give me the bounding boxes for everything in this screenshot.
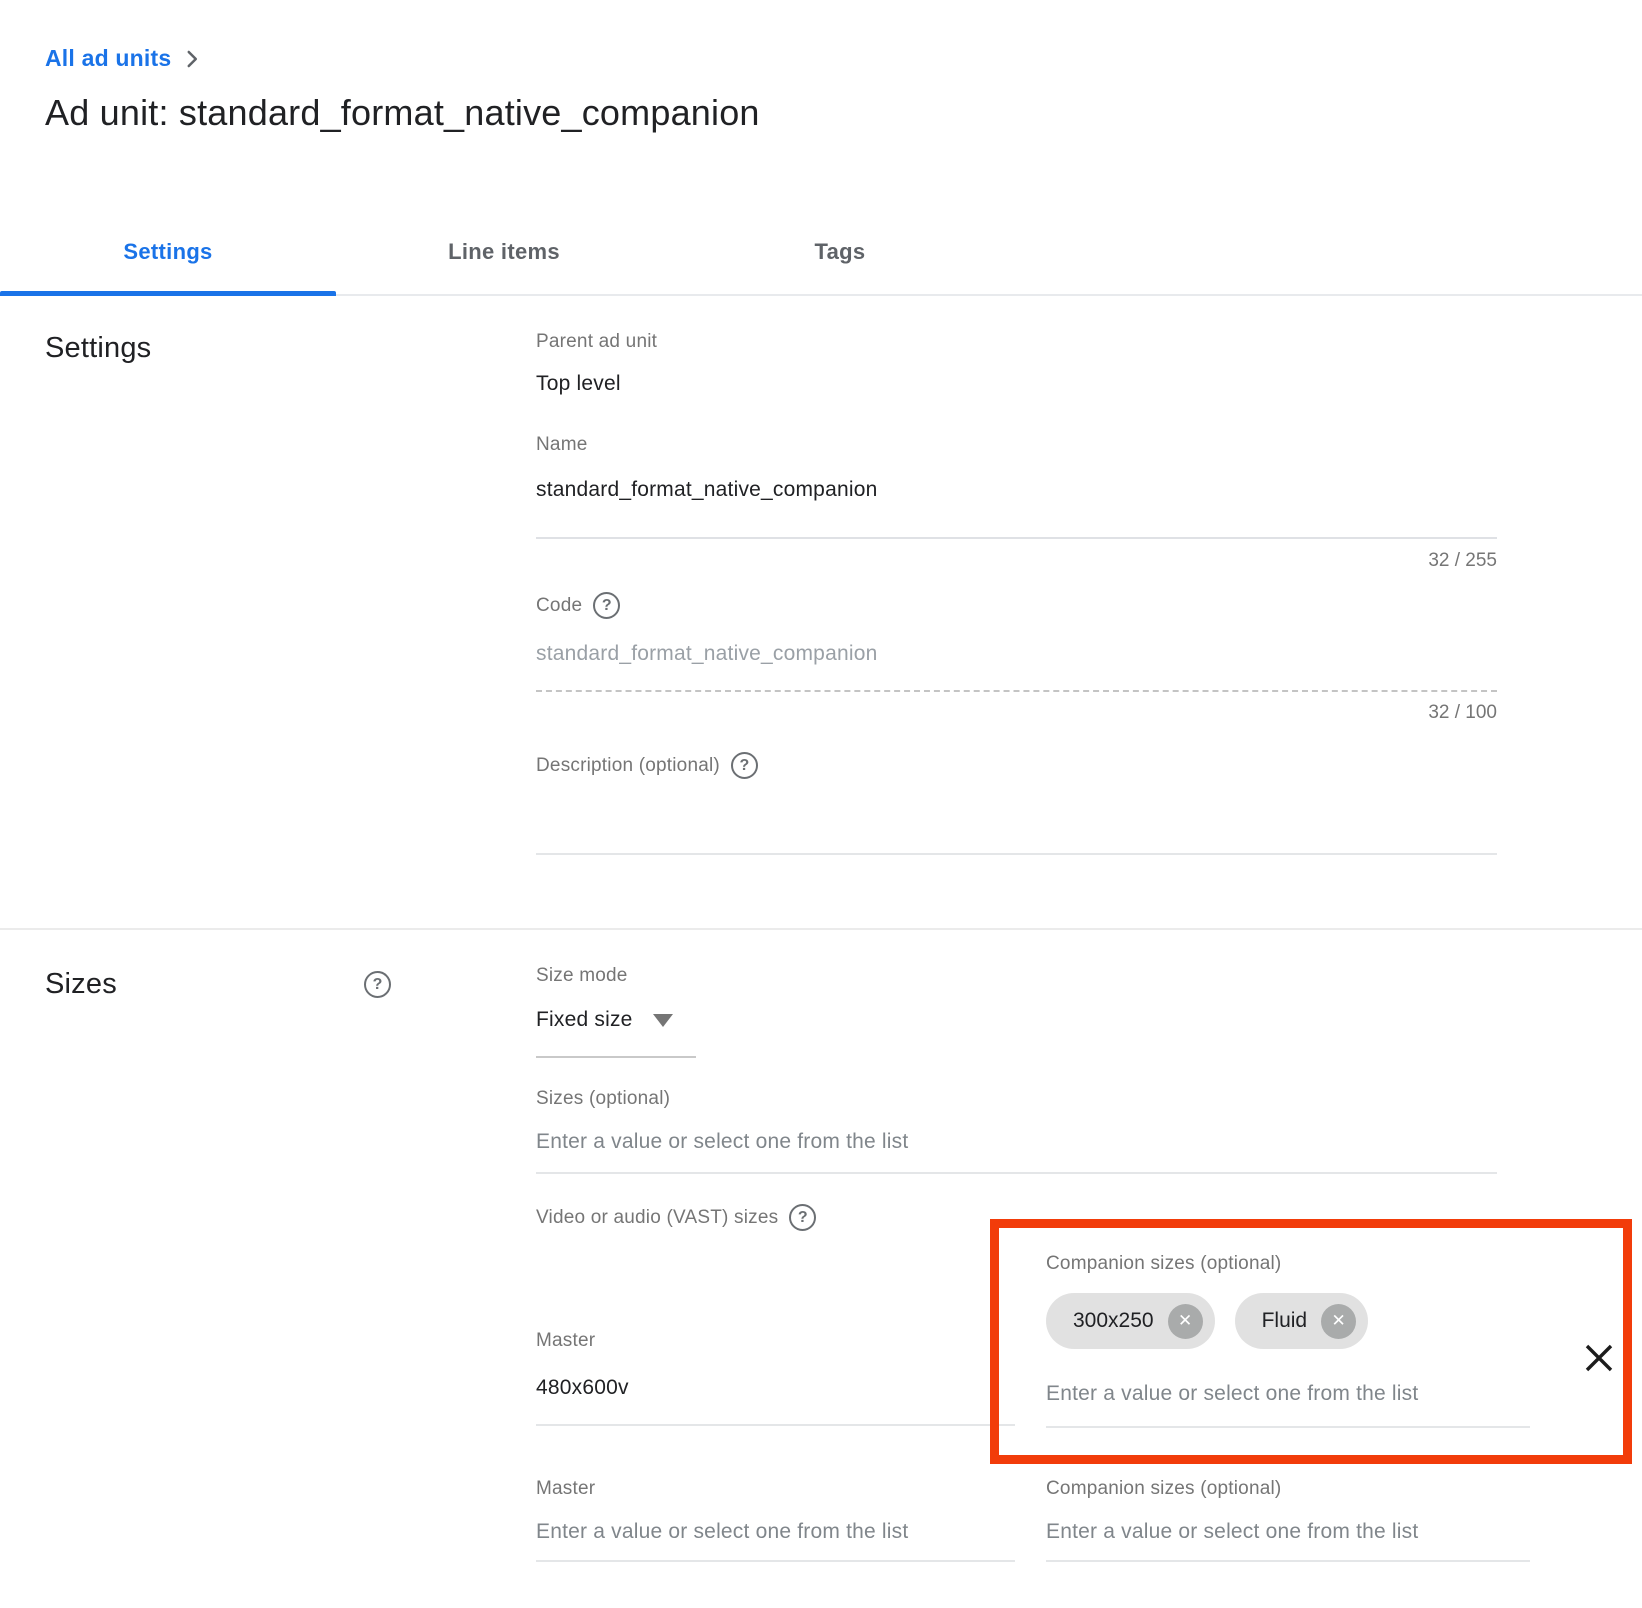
companion-2-underline: [1046, 1560, 1530, 1562]
master-2-label: Master: [536, 1478, 595, 1500]
name-field-input[interactable]: standard_format_native_companion: [536, 478, 877, 502]
sizes-optional-label: Sizes (optional): [536, 1088, 670, 1110]
sizes-section-heading: Sizes: [45, 968, 117, 1001]
code-help-icon[interactable]: ?: [593, 592, 620, 619]
code-field-label-row: Code ?: [536, 592, 620, 619]
code-field-underline: [536, 690, 1497, 692]
parent-ad-unit-label: Parent ad unit: [536, 331, 657, 353]
breadcrumb: All ad units: [45, 44, 205, 72]
companion-size-chip: 300x250 ✕: [1046, 1293, 1215, 1349]
remove-vast-row-button[interactable]: [1579, 1338, 1619, 1378]
name-field-underline: [536, 537, 1497, 539]
vast-help-icon[interactable]: ?: [789, 1204, 816, 1231]
size-mode-label: Size mode: [536, 965, 628, 987]
ad-unit-settings-page: All ad units Ad unit: standard_format_na…: [0, 0, 1642, 1608]
code-field-label: Code: [536, 595, 582, 617]
size-mode-underline: [536, 1056, 696, 1058]
master-1-underline: [536, 1424, 1015, 1426]
companion-1-chips: 300x250 ✕ Fluid ✕: [1046, 1293, 1368, 1349]
size-mode-select[interactable]: Fixed size: [536, 1008, 673, 1032]
sizes-optional-input[interactable]: Enter a value or select one from the lis…: [536, 1130, 908, 1154]
name-char-counter: 32 / 255: [536, 550, 1497, 572]
description-field-label-row: Description (optional) ?: [536, 752, 758, 779]
breadcrumb-all-ad-units-link[interactable]: All ad units: [45, 45, 171, 72]
code-char-counter: 32 / 100: [536, 702, 1497, 724]
parent-ad-unit-value: Top level: [536, 372, 621, 396]
master-2-underline: [536, 1560, 1015, 1562]
sizes-optional-underline: [536, 1172, 1497, 1174]
description-field-input[interactable]: [536, 853, 1497, 855]
companion-1-underline: [1046, 1426, 1530, 1428]
settings-section-heading: Settings: [45, 332, 151, 365]
chip-label: Fluid: [1262, 1309, 1308, 1333]
section-divider: [0, 928, 1642, 930]
companion-1-input[interactable]: Enter a value or select one from the lis…: [1046, 1382, 1418, 1406]
vast-sizes-label-row: Video or audio (VAST) sizes ?: [536, 1204, 816, 1231]
tab-settings[interactable]: Settings: [0, 210, 336, 294]
master-1-label: Master: [536, 1330, 595, 1352]
master-1-input[interactable]: 480x600v: [536, 1376, 629, 1400]
description-field-label: Description (optional): [536, 755, 720, 777]
companion-size-chip: Fluid ✕: [1235, 1293, 1369, 1349]
chevron-right-icon: [179, 46, 205, 72]
chip-remove-icon[interactable]: ✕: [1168, 1304, 1203, 1339]
chip-remove-icon[interactable]: ✕: [1321, 1304, 1356, 1339]
tab-line-items[interactable]: Line items: [336, 210, 672, 294]
companion-1-label: Companion sizes (optional): [1046, 1253, 1281, 1275]
description-help-icon[interactable]: ?: [731, 752, 758, 779]
vast-sizes-label: Video or audio (VAST) sizes: [536, 1207, 778, 1229]
code-field-value: standard_format_native_companion: [536, 642, 877, 666]
chip-label: 300x250: [1073, 1309, 1154, 1333]
name-field-label: Name: [536, 434, 587, 456]
active-tab-indicator: [0, 291, 336, 296]
tab-tags[interactable]: Tags: [672, 210, 1008, 294]
companion-2-input[interactable]: Enter a value or select one from the lis…: [1046, 1520, 1418, 1544]
companion-2-label: Companion sizes (optional): [1046, 1478, 1281, 1500]
dropdown-caret-icon: [653, 1014, 673, 1027]
close-icon: [1582, 1341, 1616, 1375]
sizes-help-icon[interactable]: ?: [364, 971, 391, 998]
page-title: Ad unit: standard_format_native_companio…: [45, 92, 760, 134]
master-2-input[interactable]: Enter a value or select one from the lis…: [536, 1520, 908, 1544]
size-mode-value: Fixed size: [536, 1008, 633, 1032]
